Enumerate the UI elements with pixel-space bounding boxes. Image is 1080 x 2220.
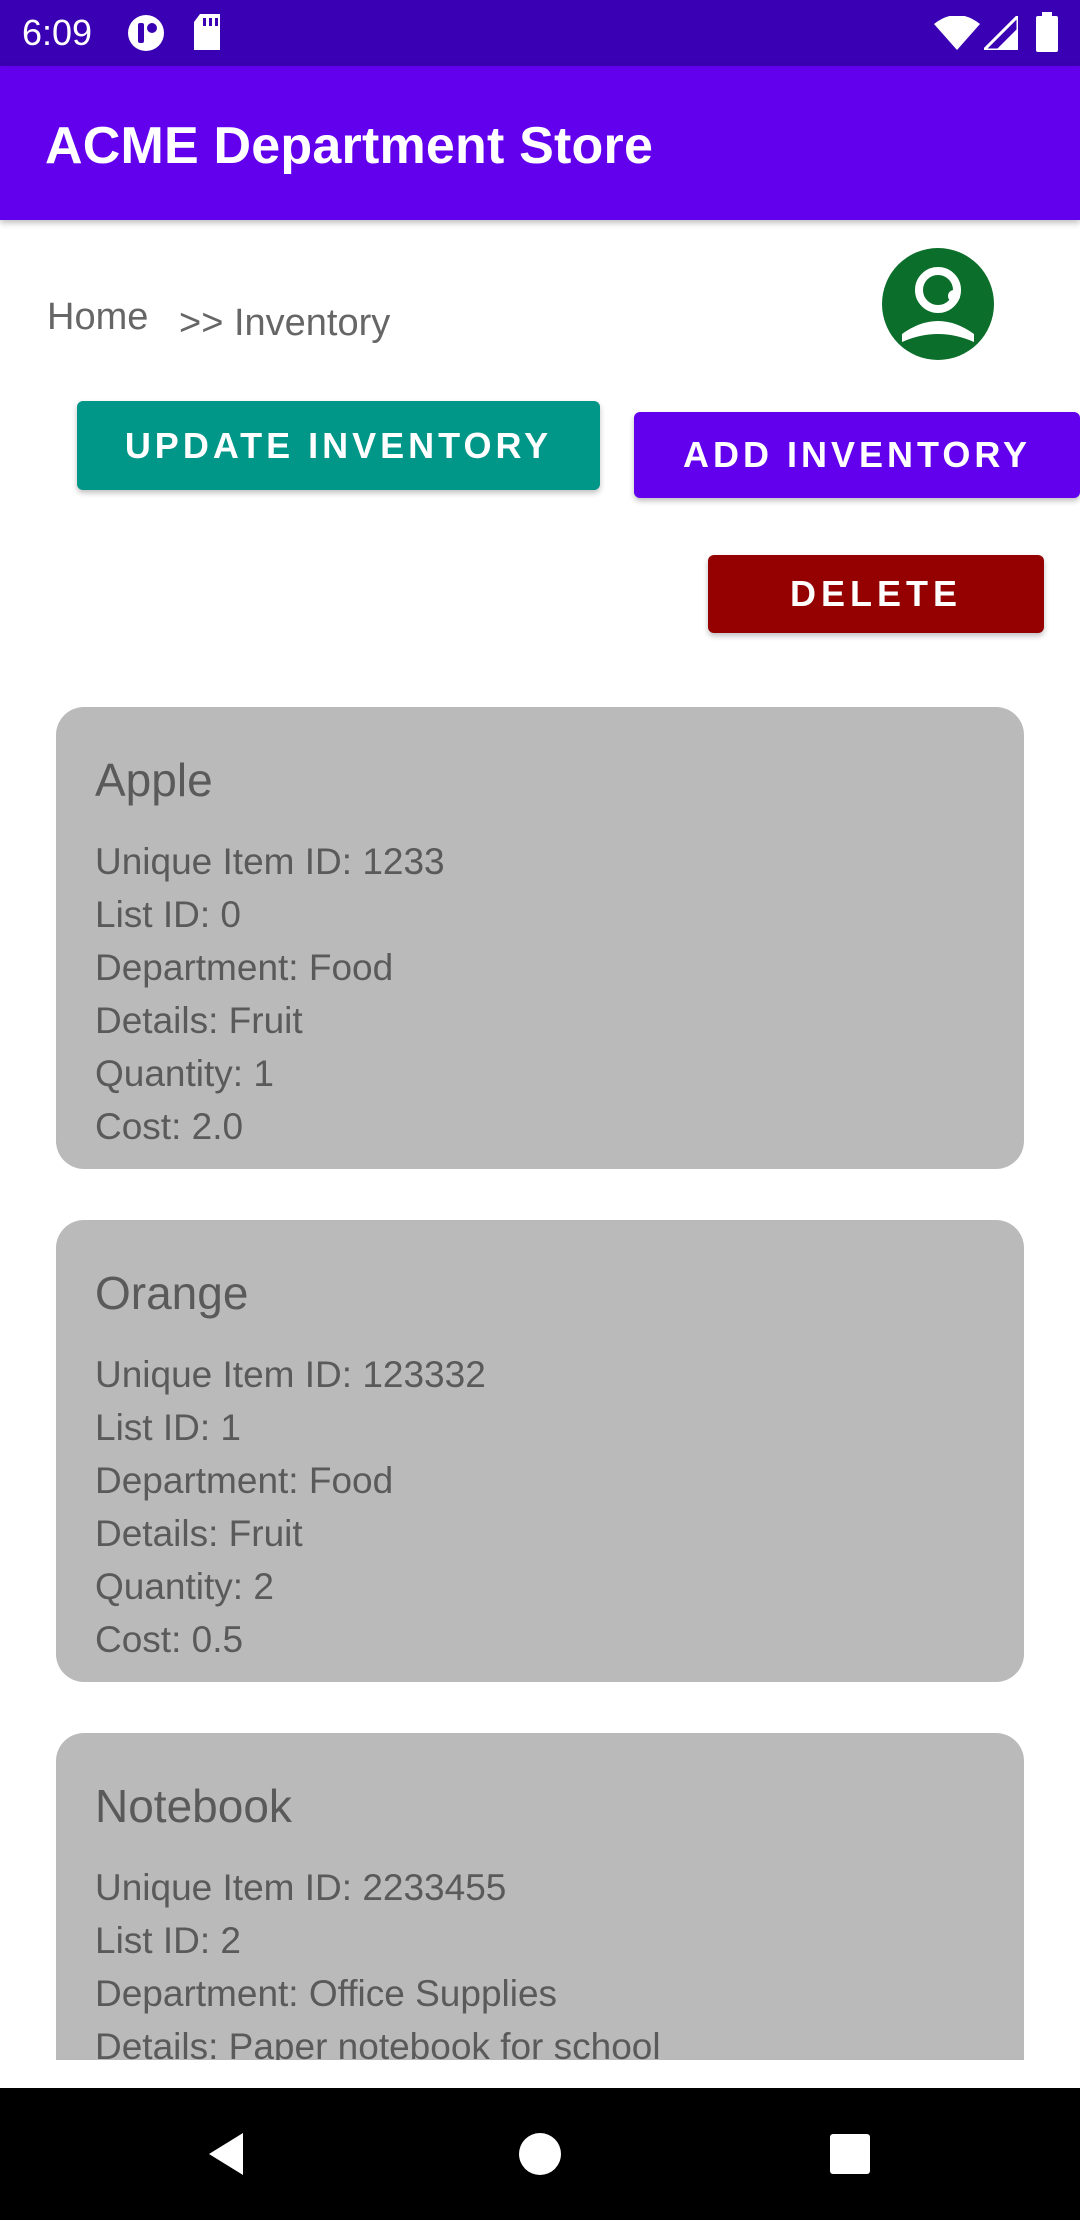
item-unique-id: Unique Item ID: 1233 [95, 841, 445, 882]
delete-button[interactable]: DELETE [708, 555, 1044, 633]
wifi-icon [934, 15, 980, 55]
breadcrumb-current: >> Inventory [179, 302, 391, 344]
item-department: Department: Food [95, 947, 394, 988]
app-bar: ACME Department Store [0, 66, 1080, 220]
item-list-id: List ID: 1 [95, 1407, 241, 1448]
navigation-bar [0, 2088, 1080, 2220]
item-name: Apple [95, 754, 213, 806]
inventory-card-notebook[interactable]: Notebook Unique Item ID: 2233455 List ID… [56, 1733, 1024, 2060]
item-details: Details: Fruit [95, 1000, 303, 1041]
breadcrumb-home[interactable]: Home [47, 296, 148, 339]
item-name: Notebook [95, 1780, 292, 1832]
update-inventory-button[interactable]: UPDATE INVENTORY [77, 401, 600, 490]
item-cost: Cost: 2.0 [95, 1106, 244, 1147]
item-name: Orange [95, 1267, 249, 1319]
add-inventory-button[interactable]: ADD INVENTORY [634, 412, 1080, 498]
item-department: Department: Food [95, 1460, 394, 1501]
status-time: 6:09 [22, 12, 93, 53]
home-icon[interactable] [510, 2124, 570, 2184]
sd-card-icon [192, 14, 222, 55]
inventory-card-orange[interactable]: Orange Unique Item ID: 123332 List ID: 1… [56, 1220, 1024, 1682]
item-department: Department: Office Supplies [95, 1973, 558, 2014]
battery-icon [1036, 12, 1058, 57]
item-list-id: List ID: 2 [95, 1920, 241, 1961]
item-quantity: Quantity: 2 [95, 1566, 274, 1607]
status-bar: 6:09 [0, 0, 1080, 66]
notification-icon [126, 14, 166, 57]
inventory-list[interactable]: Apple Unique Item ID: 1233 List ID: 0 De… [0, 680, 1080, 2060]
back-icon[interactable] [196, 2124, 256, 2184]
inventory-card-apple[interactable]: Apple Unique Item ID: 1233 List ID: 0 De… [56, 707, 1024, 1169]
item-quantity: Quantity: 1 [95, 1053, 274, 1094]
app-title: ACME Department Store [45, 117, 654, 175]
recents-icon[interactable] [820, 2124, 880, 2184]
item-details: Details: Fruit [95, 1513, 303, 1554]
item-unique-id: Unique Item ID: 123332 [95, 1354, 486, 1395]
item-details: Details: Paper notebook for school [95, 2026, 661, 2060]
avatar-icon[interactable] [880, 246, 996, 362]
signal-icon [980, 12, 1020, 55]
item-unique-id: Unique Item ID: 2233455 [95, 1867, 507, 1908]
item-list-id: List ID: 0 [95, 894, 241, 935]
item-cost: Cost: 0.5 [95, 1619, 244, 1660]
